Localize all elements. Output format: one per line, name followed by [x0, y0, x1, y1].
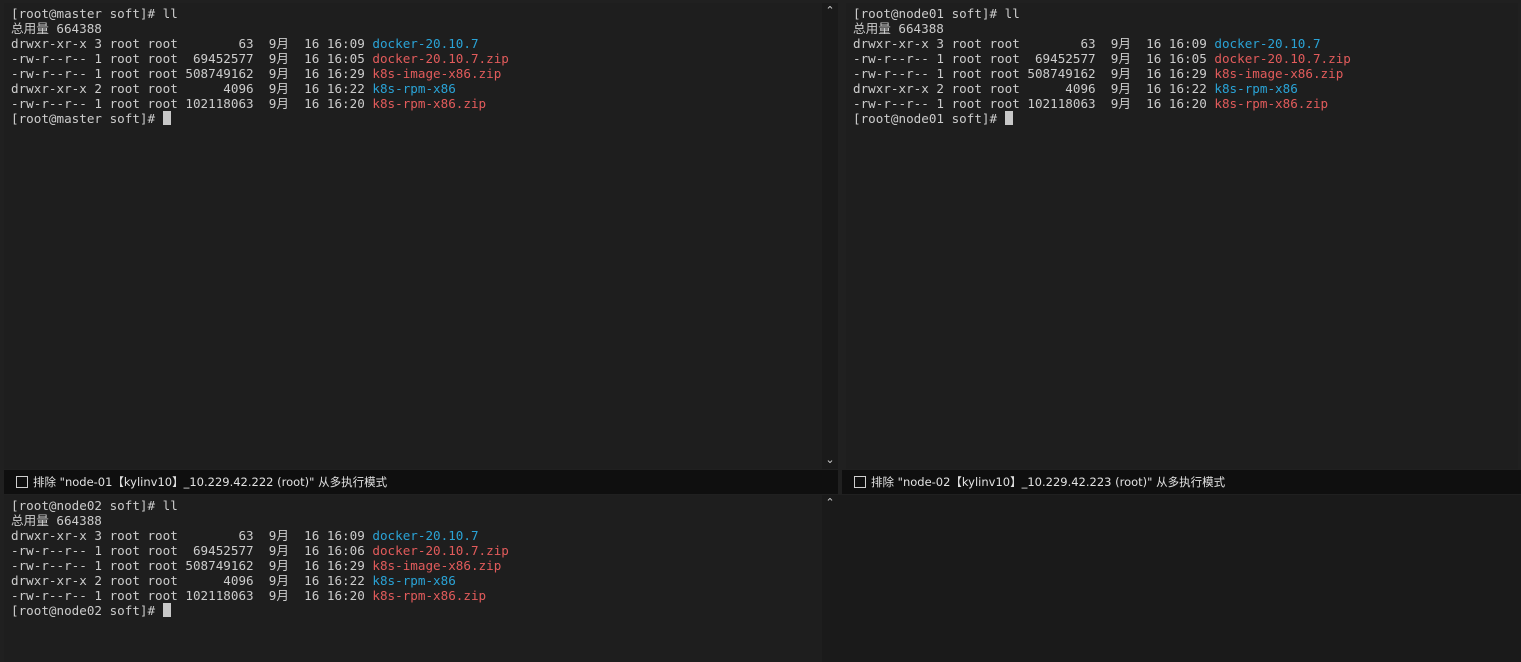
- prompt-line[interactable]: [root@master soft]#: [11, 111, 509, 126]
- listing-row: -rw-r--r-- 1 root root 102118063 9月 16 1…: [11, 588, 487, 603]
- archive-name: k8s-rpm-x86.zip: [372, 588, 487, 603]
- scrollbar-master[interactable]: ⌃ ⌄: [822, 3, 838, 469]
- listing-row: drwxr-xr-x 3 root root 63 9月 16 16:09 do…: [11, 36, 479, 51]
- listing-row: drwxr-xr-x 3 root root 63 9月 16 16:09 do…: [853, 36, 1321, 51]
- terminal-pane-master[interactable]: [root@master soft]# ll 总用量 664388 drwxr-xr…: [4, 3, 822, 469]
- directory-name: k8s-rpm-x86: [1214, 81, 1298, 96]
- archive-name: docker-20.10.7.zip: [372, 543, 509, 558]
- listing-row: -rw-r--r-- 1 root root 69452577 9月 16 16…: [853, 51, 1351, 66]
- prompt-line[interactable]: [root@node01 soft]#: [853, 111, 1351, 126]
- terminal-pane-node01[interactable]: [root@node01 soft]# ll 总用量 664388 drwxr-xr…: [846, 3, 1518, 469]
- chevron-up-icon[interactable]: ⌃: [822, 496, 838, 509]
- exclude-bar-right: 排除 "node-02【kylinv10】_10.229.42.223 (roo…: [842, 470, 1521, 494]
- archive-name: k8s-image-x86.zip: [372, 66, 502, 81]
- prompt-line[interactable]: [root@node02 soft]#: [11, 603, 509, 618]
- directory-name: k8s-rpm-x86: [372, 81, 456, 96]
- chevron-down-icon[interactable]: ⌄: [822, 453, 838, 466]
- terminal-output-node02: [root@node02 soft]# ll 总用量 664388 drwxr-xr…: [11, 498, 509, 618]
- terminal-cursor: [1004, 111, 1013, 125]
- directory-name: k8s-rpm-x86: [372, 573, 456, 588]
- directory-name: docker-20.10.7: [372, 528, 479, 543]
- total-line: 总用量 664388: [11, 513, 102, 528]
- listing-row: -rw-r--r-- 1 root root 69452577 9月 16 16…: [11, 51, 509, 66]
- total-line: 总用量 664388: [11, 21, 102, 36]
- listing-row: drwxr-xr-x 2 root root 4096 9月 16 16:22 …: [11, 573, 456, 588]
- exclude-checkbox-node01[interactable]: [16, 476, 28, 488]
- listing-row: -rw-r--r-- 1 root root 508749162 9月 16 1…: [11, 66, 502, 81]
- directory-name: docker-20.10.7: [372, 36, 479, 51]
- exclude-checkbox-node02[interactable]: [854, 476, 866, 488]
- listing-row: -rw-r--r-- 1 root root 102118063 9月 16 1…: [11, 96, 487, 111]
- listing-row: -rw-r--r-- 1 root root 508749162 9月 16 1…: [11, 558, 502, 573]
- directory-name: docker-20.10.7: [1214, 36, 1321, 51]
- scrollbar-node02[interactable]: ⌃: [822, 495, 838, 662]
- archive-name: k8s-image-x86.zip: [372, 558, 502, 573]
- listing-row: drwxr-xr-x 2 root root 4096 9月 16 16:22 …: [853, 81, 1298, 96]
- archive-name: k8s-image-x86.zip: [1214, 66, 1344, 81]
- terminal-cursor: [162, 603, 171, 617]
- terminal-output-master: [root@master soft]# ll 总用量 664388 drwxr-xr…: [11, 6, 509, 126]
- exclude-label-node02[interactable]: 排除 "node-02【kylinv10】_10.229.42.223 (roo…: [871, 474, 1225, 490]
- archive-name: docker-20.10.7.zip: [372, 51, 509, 66]
- command-line: [root@node01 soft]# ll: [853, 6, 1020, 21]
- listing-row: -rw-r--r-- 1 root root 102118063 9月 16 1…: [853, 96, 1329, 111]
- chevron-up-icon[interactable]: ⌃: [822, 4, 838, 17]
- total-line: 总用量 664388: [853, 21, 944, 36]
- listing-row: drwxr-xr-x 3 root root 63 9月 16 16:09 do…: [11, 528, 479, 543]
- exclude-label-node01[interactable]: 排除 "node-01【kylinv10】_10.229.42.222 (roo…: [33, 474, 387, 490]
- terminal-output-node01: [root@node01 soft]# ll 总用量 664388 drwxr-xr…: [853, 6, 1351, 126]
- archive-name: docker-20.10.7.zip: [1214, 51, 1351, 66]
- archive-name: k8s-rpm-x86.zip: [372, 96, 487, 111]
- terminal-cursor: [162, 111, 171, 125]
- terminal-pane-empty[interactable]: [838, 495, 1521, 662]
- listing-row: -rw-r--r-- 1 root root 508749162 9月 16 1…: [853, 66, 1344, 81]
- terminal-pane-node02[interactable]: [root@node02 soft]# ll 总用量 664388 drwxr-xr…: [4, 495, 822, 662]
- listing-row: drwxr-xr-x 2 root root 4096 9月 16 16:22 …: [11, 81, 456, 96]
- listing-row: -rw-r--r-- 1 root root 69452577 9月 16 16…: [11, 543, 509, 558]
- command-line: [root@master soft]# ll: [11, 6, 178, 21]
- exclude-bar-left: 排除 "node-01【kylinv10】_10.229.42.222 (roo…: [4, 470, 838, 494]
- archive-name: k8s-rpm-x86.zip: [1214, 96, 1329, 111]
- command-line: [root@node02 soft]# ll: [11, 498, 178, 513]
